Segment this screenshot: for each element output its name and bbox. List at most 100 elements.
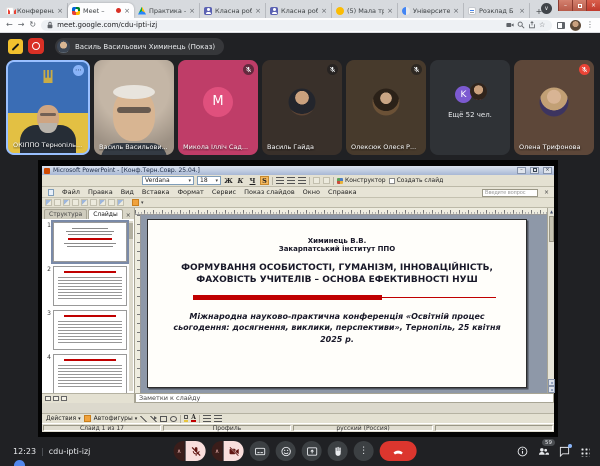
close-window-button[interactable]: × (586, 0, 600, 11)
preview-icon[interactable] (81, 199, 88, 206)
close-icon[interactable]: × (387, 7, 393, 15)
menu-window[interactable]: Окно (303, 188, 320, 196)
more-options-button[interactable]: ⋮ (354, 441, 374, 461)
next-slide-button[interactable]: » (548, 386, 555, 393)
close-icon[interactable]: × (124, 7, 130, 15)
camera-in-use-icon[interactable] (506, 21, 514, 29)
close-icon[interactable]: × (189, 7, 195, 15)
screen-share-tile[interactable]: Microsoft PowerPoint - [Конф.Терн.Совр. … (38, 160, 558, 437)
maximize-button[interactable] (572, 0, 586, 11)
menu-view[interactable]: Вид (121, 188, 134, 196)
save-icon[interactable] (63, 199, 70, 206)
new-slide-button[interactable]: Создать слайд (389, 177, 444, 184)
browser-menu-icon[interactable]: ⋮ (586, 21, 594, 29)
activities-grid-icon[interactable] (580, 447, 590, 457)
slide[interactable]: Химинець В.В. Закарпатський інститут ППО… (147, 219, 527, 388)
font-size-combo[interactable]: 18 ▾ (197, 176, 221, 185)
tab-klasna-2[interactable]: Класна роб × (266, 3, 332, 18)
bold-button[interactable]: Ж (224, 176, 233, 185)
slide-thumbnail-1[interactable] (53, 222, 127, 262)
caret-down-icon[interactable]: ▾ (141, 200, 144, 206)
minimize-button[interactable]: – (558, 0, 572, 11)
normal-view-icon[interactable] (45, 396, 51, 401)
tab-universytet[interactable]: Університет × (398, 3, 464, 18)
participant-tile-oleksiuk[interactable]: Олексюк Олеся Р... (346, 60, 426, 155)
recording-indicator-icon[interactable] (28, 38, 44, 54)
increase-font-icon[interactable] (323, 177, 330, 184)
menu-tools[interactable]: Сервис (212, 188, 236, 196)
participant-tile-okippo[interactable]: ⋯ ОКІППО Тернопіль... (6, 60, 90, 155)
back-icon[interactable]: ← (6, 21, 13, 29)
slide-thumbnail-2[interactable] (53, 266, 127, 306)
slideshow-view-icon[interactable] (61, 396, 67, 401)
shadow-button[interactable]: S (260, 176, 269, 185)
bookmark-star-icon[interactable]: ☆ (539, 21, 547, 29)
reactions-button[interactable] (276, 441, 296, 461)
ppt-close-button[interactable]: × (543, 167, 552, 174)
rectangle-tool-icon[interactable] (160, 416, 167, 422)
close-icon[interactable]: × (321, 7, 327, 15)
menu-file[interactable]: Файл (62, 188, 80, 196)
mic-options-button[interactable]: ∧ (174, 441, 185, 461)
zoom-icon[interactable] (517, 21, 525, 29)
dash-style-icon[interactable] (214, 415, 222, 422)
participant-tile-tryfonova[interactable]: Олена Трифонова (514, 60, 594, 155)
help-search-input[interactable] (482, 189, 538, 197)
more-participants-tile[interactable]: K Ещё 52 чел. (430, 60, 510, 155)
close-icon[interactable]: × (255, 7, 261, 15)
participant-tile-vasyl-khymynets[interactable]: Василь Васильови... (94, 60, 174, 155)
arrow-tool-icon[interactable] (150, 416, 157, 422)
chat-button[interactable] (559, 446, 570, 457)
camera-off-button[interactable] (224, 441, 244, 461)
draw-actions-button[interactable]: Действия ▾ (46, 415, 81, 422)
vertical-scrollbar[interactable]: ▲ « » (547, 208, 554, 393)
slide-thumbnail-3[interactable] (53, 310, 127, 350)
tab-praktyka[interactable]: Практика - × (134, 3, 200, 18)
line-style-icon[interactable] (203, 415, 211, 422)
present-button[interactable] (302, 441, 322, 461)
copy-icon[interactable] (99, 199, 106, 206)
browser-profile-avatar[interactable] (570, 20, 581, 31)
tab-mala[interactable]: (5) Мала тр × (332, 3, 398, 18)
raise-hand-button[interactable] (328, 441, 348, 461)
font-color-icon[interactable] (313, 177, 320, 184)
leave-call-button[interactable] (380, 441, 417, 461)
align-left-icon[interactable] (276, 177, 284, 184)
oval-tool-icon[interactable] (170, 416, 177, 422)
presenter-chip[interactable]: Василь Васильович Химинець (Показ) (55, 38, 224, 55)
font-color-icon[interactable]: A (191, 415, 196, 422)
open-icon[interactable] (54, 199, 61, 206)
info-icon[interactable] (517, 446, 528, 457)
close-icon[interactable]: × (544, 189, 549, 196)
side-panel-icon[interactable] (557, 22, 565, 29)
close-icon[interactable]: × (57, 7, 63, 15)
tab-outline[interactable]: Структура (44, 209, 87, 219)
autoshapes-button[interactable]: Автофигуры ▾ (94, 415, 138, 422)
menu-help[interactable]: Справка (328, 188, 357, 196)
spelling-icon[interactable] (90, 199, 97, 206)
address-bar[interactable]: meet.google.com/cdu-ipti-izj ☆ (41, 20, 552, 31)
new-file-icon[interactable] (45, 199, 52, 206)
close-icon[interactable]: × (124, 212, 133, 219)
ppt-minimize-button[interactable]: – (517, 167, 526, 174)
slide-thumbnail-4[interactable] (53, 354, 127, 393)
participant-tile-mykola[interactable]: M Микола Ілліч Сад... (178, 60, 258, 155)
people-button[interactable]: 59 (538, 446, 549, 457)
highlighted-tool-icon[interactable] (132, 199, 139, 206)
tile-menu-icon[interactable]: ⋯ (73, 65, 84, 76)
tab-conference[interactable]: Конференц × (2, 3, 68, 18)
sorter-view-icon[interactable] (53, 396, 59, 401)
menu-insert[interactable]: Вставка (142, 188, 170, 196)
menu-format[interactable]: Формат (177, 188, 203, 196)
menu-edit[interactable]: Правка (88, 188, 113, 196)
align-right-icon[interactable] (298, 177, 306, 184)
tab-meet[interactable]: Meet – × (68, 3, 134, 18)
underline-button[interactable]: Ч (248, 176, 257, 185)
tab-search-button[interactable]: ∨ (541, 3, 552, 14)
close-icon[interactable]: × (519, 7, 525, 15)
annotation-pen-icon[interactable] (8, 39, 23, 54)
paste-icon[interactable] (108, 199, 115, 206)
align-center-icon[interactable] (287, 177, 295, 184)
panel-scrollbar[interactable] (129, 221, 133, 391)
close-icon[interactable]: × (453, 7, 459, 15)
